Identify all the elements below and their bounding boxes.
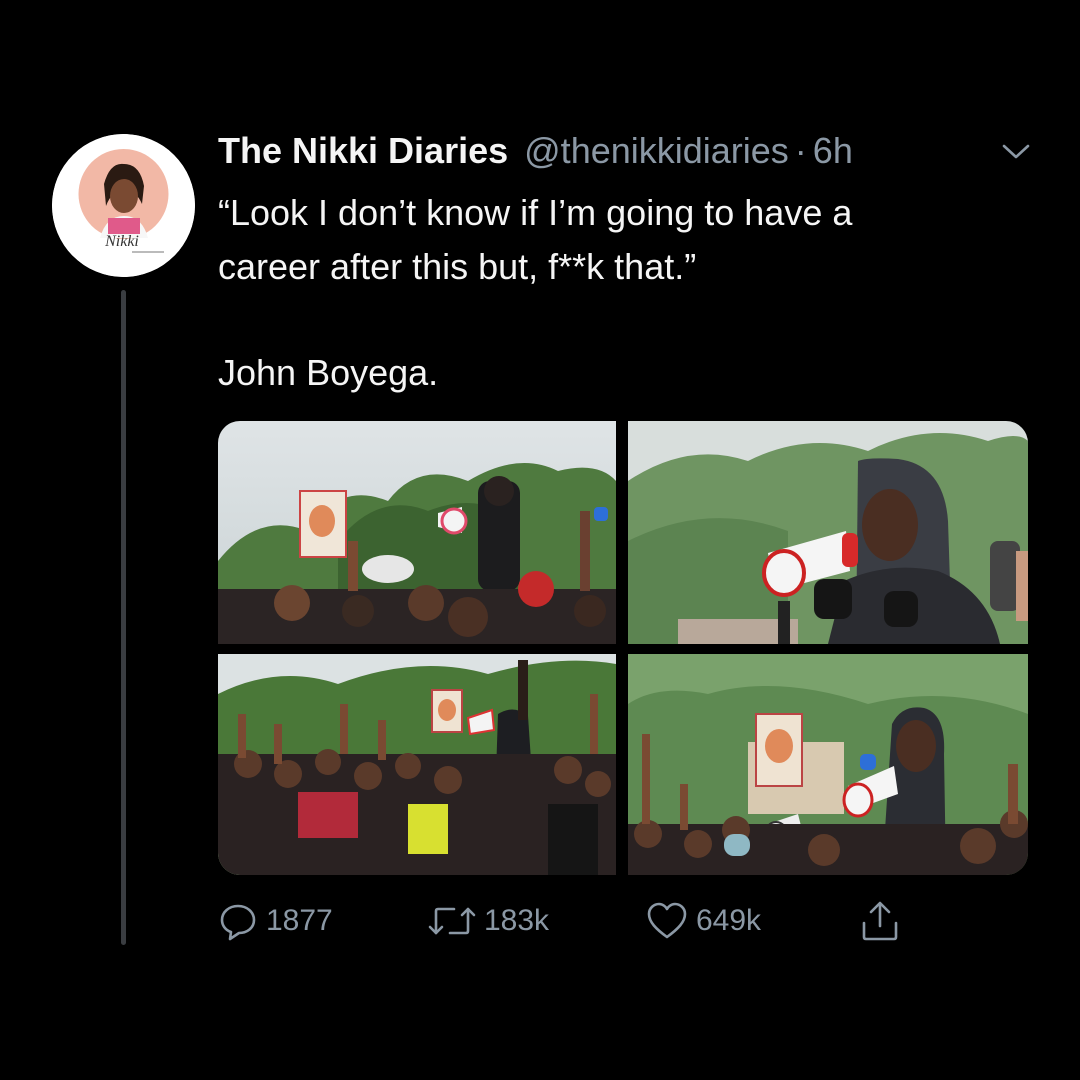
tweet-signature: John Boyega. (218, 352, 439, 393)
photo-1[interactable] (218, 421, 616, 644)
user-handle[interactable]: @thenikkidiaries (524, 130, 789, 172)
retweet-button[interactable]: 183k (428, 895, 549, 947)
tweet-text: “Look I don’t know if I’m going to have … (218, 186, 1028, 400)
like-count: 649k (696, 904, 762, 937)
thread-line (121, 290, 126, 945)
share-upload-icon (862, 901, 898, 941)
share-button[interactable] (858, 895, 910, 947)
avatar[interactable]: Nikki (52, 134, 195, 277)
heart-icon (647, 902, 687, 939)
avatar-image: Nikki (52, 134, 195, 277)
photo-3[interactable] (218, 654, 616, 875)
like-button[interactable]: 649k (646, 895, 761, 947)
action-bar: 1877 183k 649k (218, 895, 1028, 947)
display-name[interactable]: The Nikki Diaries (218, 130, 508, 172)
reply-count: 1877 (266, 904, 333, 937)
retweet-count: 183k (484, 904, 550, 937)
tweet-header: The Nikki Diaries @thenikkidiaries · 6h (218, 130, 853, 176)
retweet-arrows-icon (428, 907, 476, 935)
tweet-text-line: “Look I don’t know if I’m going to have … (218, 192, 853, 233)
tweet-text-line: career after this but, f**k that.” (218, 246, 697, 287)
avatar-logo-text: Nikki (104, 233, 139, 250)
media-grid (218, 421, 1028, 875)
timestamp[interactable]: 6h (813, 130, 853, 172)
photo-2[interactable] (628, 421, 1028, 644)
speech-bubble-icon (220, 904, 256, 941)
chevron-down-icon[interactable] (1000, 142, 1032, 162)
separator-dot: · (794, 130, 807, 171)
photo-4[interactable] (628, 654, 1028, 875)
reply-button[interactable]: 1877 (218, 895, 333, 947)
